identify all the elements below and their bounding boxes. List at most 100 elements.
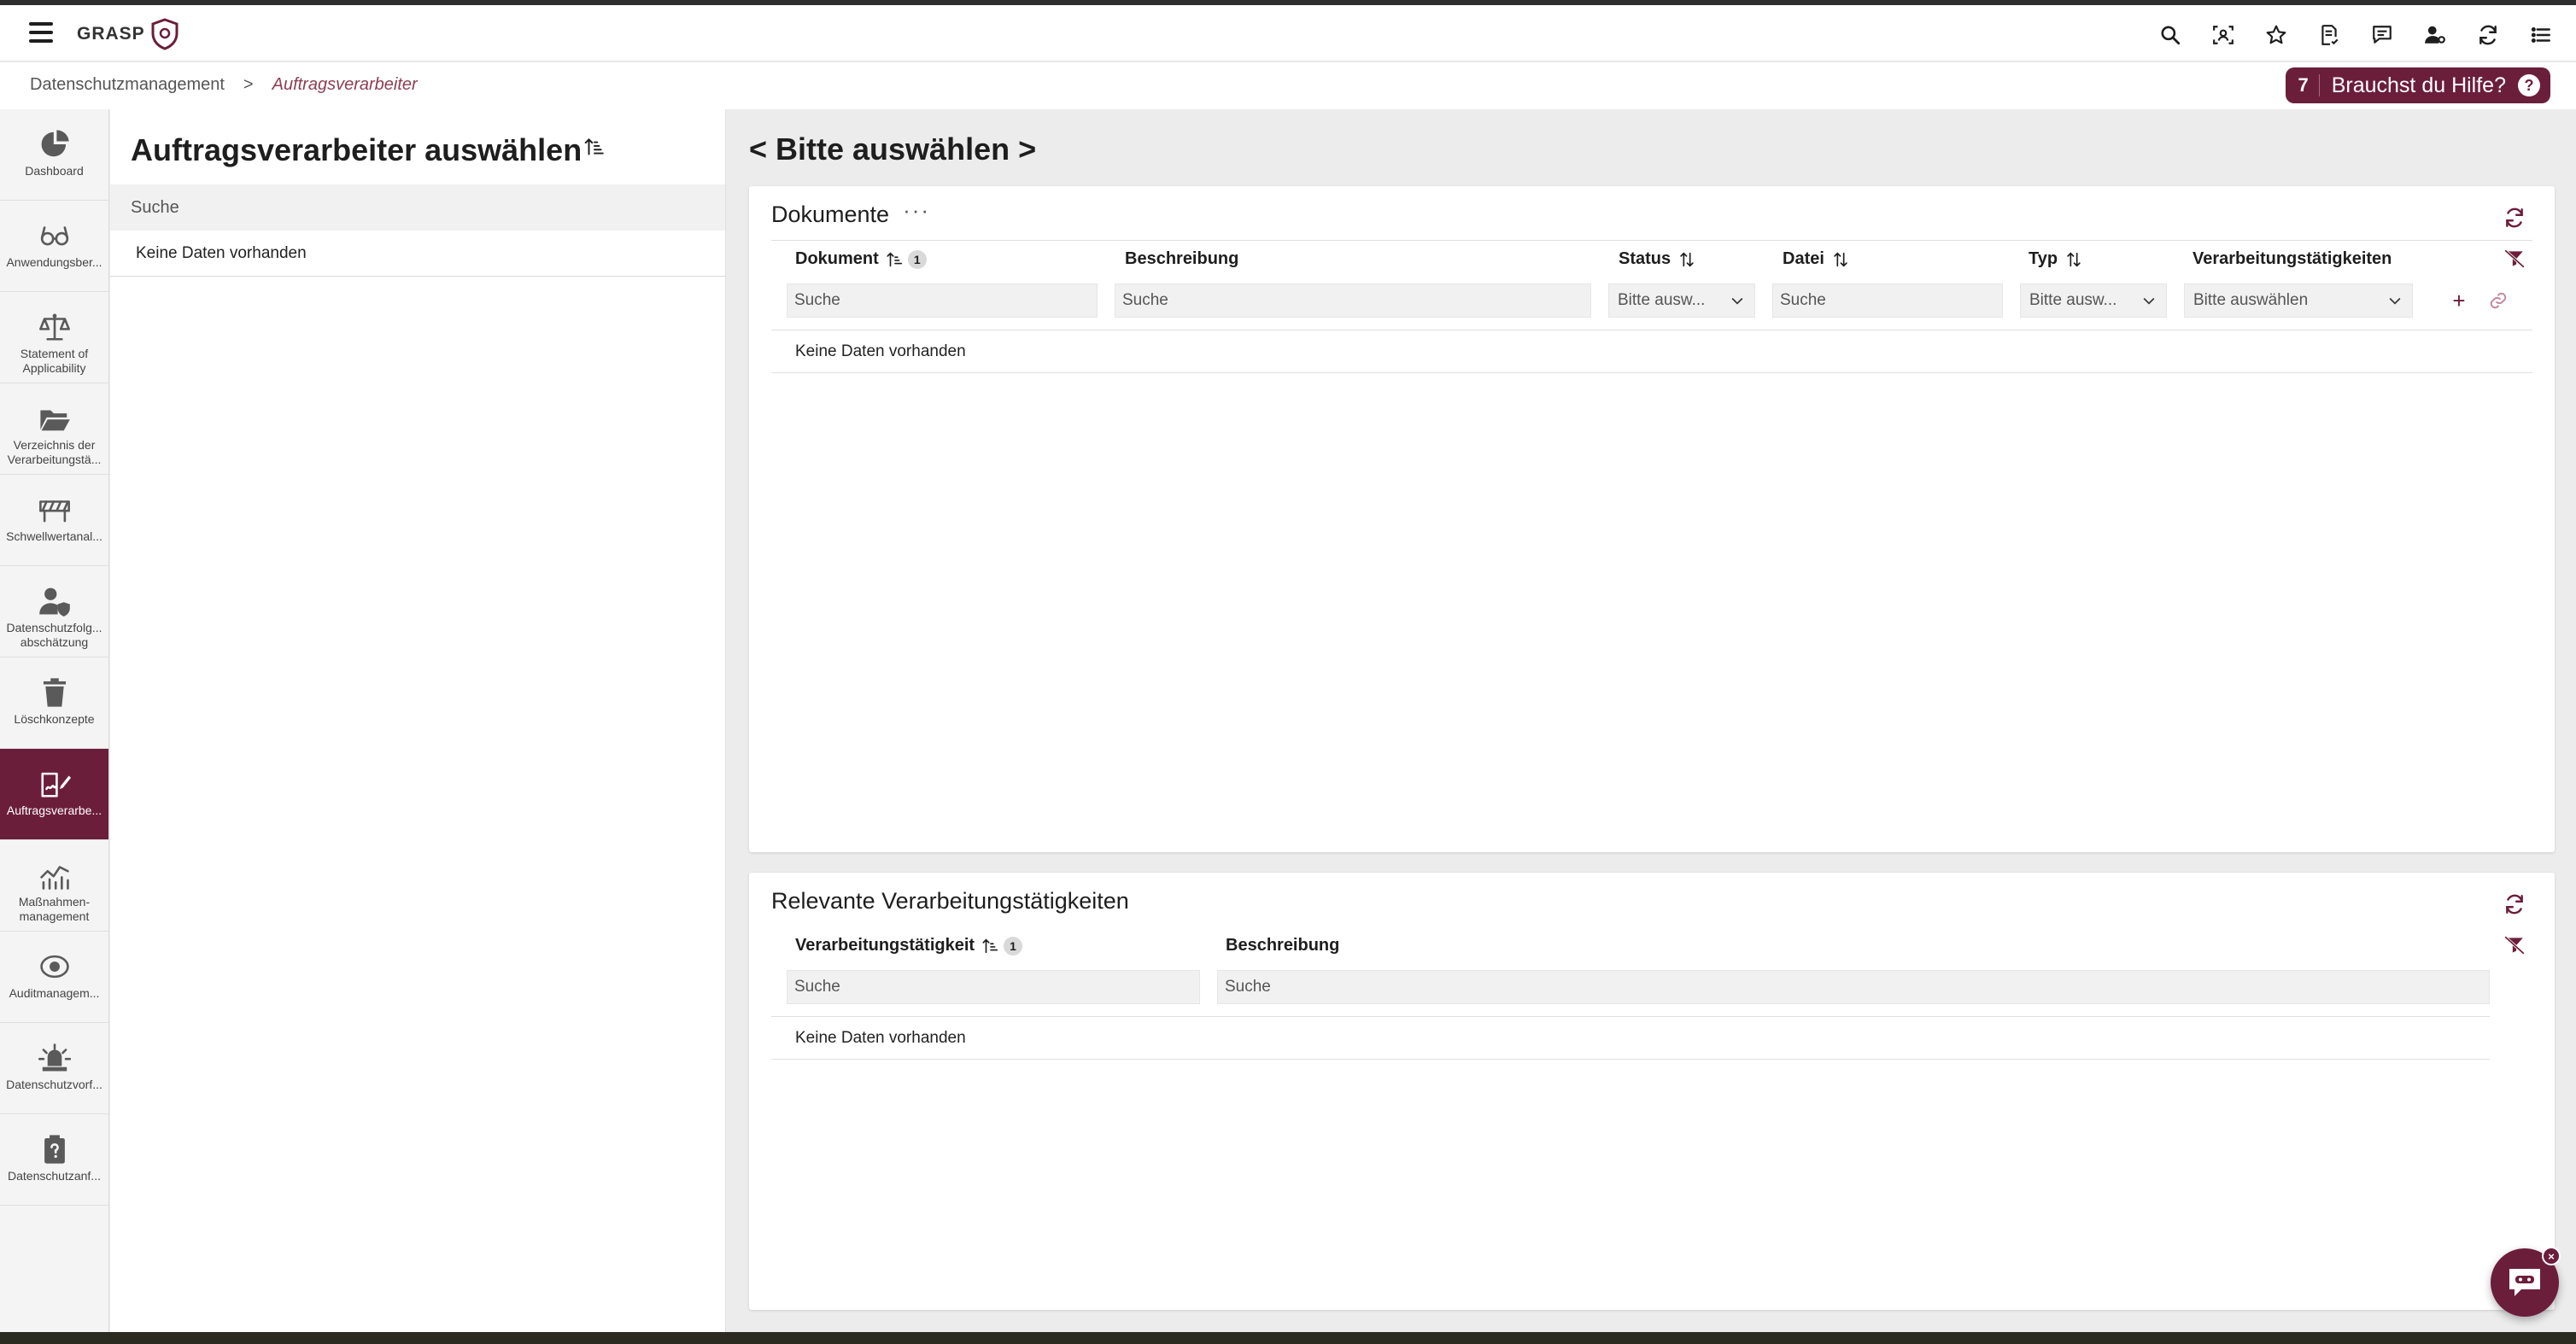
beschreibung-search-input[interactable]: [1115, 283, 1591, 318]
verarbeitung-filter-select[interactable]: Bitte auswählen: [2184, 283, 2413, 318]
column-header-beschreibung: Beschreibung: [1226, 936, 1339, 955]
sidebar-item-auditmanagement[interactable]: Auditmanagem...: [0, 932, 108, 1023]
processor-search-input[interactable]: [110, 184, 725, 231]
star-icon[interactable]: [2258, 17, 2294, 53]
filter-row-divider: [771, 1016, 2490, 1017]
column-header-dokument[interactable]: Dokument 1: [795, 249, 927, 269]
sidebar-item-label: Schwellwertanal...: [6, 529, 102, 543]
sidebar-item-label: Anwendungsber...: [6, 255, 102, 269]
relevant-title-text: Relevante Verarbeitungstätigkeiten: [771, 888, 1129, 914]
detail-title: < Bitte auswählen >: [749, 131, 1037, 167]
barrier-icon: [38, 500, 70, 523]
sidebar-item-datenschutzvorfaelle[interactable]: Datenschutzvorf...: [0, 1023, 108, 1114]
datei-search-input[interactable]: [1772, 283, 2003, 318]
sort-order-badge: 1: [907, 249, 927, 269]
balance-scale-icon: [38, 313, 70, 341]
divider: [110, 276, 725, 277]
menu-toggle-button[interactable]: [29, 22, 53, 44]
sidebar-item-verzeichnis[interactable]: Verzeichnis der Verarbeitungstä...: [0, 383, 108, 475]
relevant-processing-card: Relevante Verarbeitungstätigkeiten Verar…: [749, 873, 2555, 1310]
sort-ascending-icon[interactable]: [583, 136, 606, 158]
shield-logo-icon: [151, 18, 179, 50]
help-button[interactable]: 7 Brauchst du Hilfe? ?: [2286, 67, 2550, 103]
column-header-typ[interactable]: Typ: [2029, 249, 2083, 269]
chevron-down-icon: [1731, 297, 1743, 305]
refresh-icon[interactable]: [2503, 207, 2527, 231]
sidebar-item-label: Datenschutzanf...: [8, 1169, 101, 1183]
sort-ascending-icon: [982, 938, 998, 953]
trash-icon: [43, 678, 66, 707]
more-options-button[interactable]: ···: [903, 197, 930, 224]
scan-face-icon[interactable]: [2205, 17, 2241, 53]
detail-area: < Bitte auswählen > Dokumente ··· Dokume…: [727, 109, 2576, 1332]
breadcrumb-root[interactable]: Datenschutzmanagement: [30, 75, 225, 95]
documents-title-text: Dokumente: [771, 202, 890, 227]
documents-card-title: Dokumente ···: [771, 197, 930, 228]
sidebar-item-statement-of-applicability[interactable]: Statement of Applicability: [0, 292, 108, 383]
add-document-button[interactable]: +: [2447, 288, 2471, 313]
chat-icon[interactable]: [2364, 17, 2400, 53]
column-label: Verarbeitungstätigkeit: [795, 936, 975, 955]
typ-filter-select[interactable]: Bitte ausw...: [2020, 283, 2167, 318]
sort-order-badge: 1: [1004, 936, 1023, 955]
status-filter-select[interactable]: Bitte ausw...: [1608, 283, 1755, 318]
column-header-verarbeitungstaetigkeiten: Verarbeitungstätigkeiten: [2193, 249, 2392, 269]
sidebar-item-datenschutzanfragen[interactable]: Datenschutzanf...: [0, 1114, 108, 1206]
user-shield-icon: [38, 587, 70, 616]
sidebar-item-label: Auftragsverarbe...: [6, 803, 102, 817]
dokument-search-input[interactable]: [787, 283, 1098, 318]
column-header-verarbeitungstaetigkeit[interactable]: Verarbeitungstätigkeit 1: [795, 936, 1023, 955]
sort-icon: [2067, 251, 2081, 267]
sort-ascending-icon: [887, 251, 902, 266]
row-divider: [771, 1059, 2490, 1060]
documents-card: Dokumente ··· Dokument 1 Beschreibung St…: [749, 186, 2555, 852]
sidebar-item-label: Verzeichnis der Verarbeitungstä...: [7, 438, 102, 466]
sidebar-item-auftragsverarbeiter[interactable]: Auftragsverarbe...: [0, 749, 108, 840]
app-logo[interactable]: GRASP: [77, 17, 179, 51]
refresh-icon[interactable]: [2470, 17, 2506, 53]
column-label: Typ: [2029, 249, 2058, 268]
logo-text: GRASP: [77, 24, 145, 44]
document-check-icon[interactable]: [2311, 17, 2347, 53]
panel-title-text: Auftragsverarbeiter auswählen: [131, 132, 583, 167]
folder-open-icon: [39, 410, 70, 431]
sidebar-item-loeschkonzepte[interactable]: Löschkonzepte: [0, 657, 108, 749]
breadcrumb-bar: Datenschutzmanagement > Auftragsverarbei…: [0, 62, 2576, 109]
sidebar-item-datenschutzfolgenabschaetzung[interactable]: Datenschutzfolg... abschätzung: [0, 566, 108, 657]
sidebar-item-massnahmenmanagement[interactable]: Maßnahmen-management: [0, 840, 108, 932]
sidebar-item-label: Datenschutzvorf...: [6, 1078, 102, 1091]
beschreibung-search-input[interactable]: [1217, 970, 2490, 1004]
column-header-beschreibung: Beschreibung: [1125, 249, 1238, 269]
breadcrumb-separator: >: [243, 75, 254, 94]
chevron-down-icon: [2143, 297, 2155, 305]
eye-icon: [39, 955, 69, 979]
sidebar-item-schwellwertanalyse[interactable]: Schwellwertanal...: [0, 475, 108, 566]
panel-title: Auftragsverarbeiter auswählen: [131, 132, 606, 168]
relevant-card-title: Relevante Verarbeitungstätigkeiten: [771, 888, 1129, 915]
chat-close-icon[interactable]: ×: [2542, 1247, 2561, 1265]
empty-state-text: Keine Daten vorhanden: [795, 342, 966, 360]
column-label: Beschreibung: [1226, 936, 1340, 955]
link-icon[interactable]: [2486, 289, 2510, 313]
column-label: Dokument: [795, 249, 879, 268]
refresh-icon[interactable]: [2503, 893, 2527, 917]
sidebar: Dashboard Anwendungsber... Statement of …: [0, 109, 109, 1332]
column-header-datei[interactable]: Datei: [1783, 249, 1850, 269]
select-value: Bitte ausw...: [2029, 291, 2117, 309]
select-value: Bitte ausw...: [1618, 291, 1706, 309]
sort-icon: [1680, 251, 1694, 267]
column-label: Beschreibung: [1125, 249, 1239, 268]
list-icon[interactable]: [2523, 17, 2559, 53]
sidebar-item-label: Datenschutzfolg... abschätzung: [6, 621, 102, 649]
verarbeitung-search-input[interactable]: [787, 970, 1200, 1004]
sidebar-item-label: Maßnahmen-management: [18, 895, 91, 923]
sort-icon: [1834, 251, 1847, 267]
column-header-status[interactable]: Status: [1619, 249, 1696, 269]
clear-filter-icon[interactable]: [2503, 934, 2526, 956]
sidebar-item-anwendungsbereich[interactable]: Anwendungsber...: [0, 201, 108, 292]
user-settings-icon[interactable]: [2417, 17, 2453, 53]
search-icon[interactable]: [2152, 17, 2188, 53]
clear-filter-icon[interactable]: [2503, 248, 2526, 270]
sidebar-item-dashboard[interactable]: Dashboard: [0, 109, 108, 201]
select-value: Bitte auswählen: [2193, 291, 2309, 309]
